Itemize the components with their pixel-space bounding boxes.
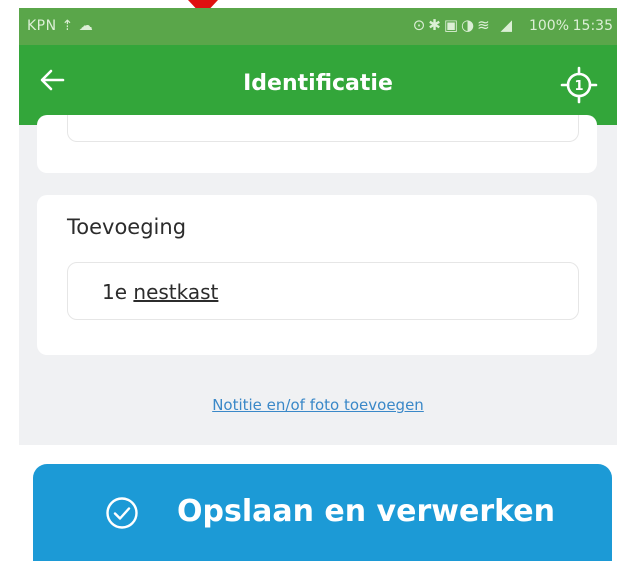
check-circle-icon <box>106 497 138 529</box>
clock: 15:35 <box>572 18 613 34</box>
status-bar: KPN ⇡ ☁ ⊙✱▣◑≋ ◢ 100% 15:35 <box>19 8 617 45</box>
status-icons: ⊙✱▣◑≋ ◢ <box>412 16 515 34</box>
form-content: Toevoeging 1e nestkast Notitie en/of fot… <box>19 115 617 445</box>
toevoeging-input[interactable]: 1e nestkast <box>67 262 579 320</box>
carrier-label: KPN ⇡ ☁ <box>27 18 94 34</box>
previous-field[interactable] <box>67 115 579 142</box>
previous-card <box>37 115 597 173</box>
page-title: Identificatie <box>243 71 393 96</box>
save-button-label: Opslaan en verwerken <box>177 494 555 529</box>
crosshair-icon[interactable]: 1 <box>559 65 599 105</box>
field-label: Toevoeging <box>67 215 187 239</box>
app-bar: Identificatie 1 <box>19 45 617 125</box>
add-note-photo-link[interactable]: Notitie en/of foto toevoegen <box>19 396 617 414</box>
field-value-prefix: 1e <box>102 280 134 304</box>
save-and-process-button[interactable]: Opslaan en verwerken <box>33 464 612 561</box>
field-value-word: nestkast <box>133 280 219 304</box>
location-badge: 1 <box>574 79 583 94</box>
toevoeging-card: Toevoeging 1e nestkast <box>37 195 597 355</box>
battery-level: 100% <box>528 18 569 34</box>
